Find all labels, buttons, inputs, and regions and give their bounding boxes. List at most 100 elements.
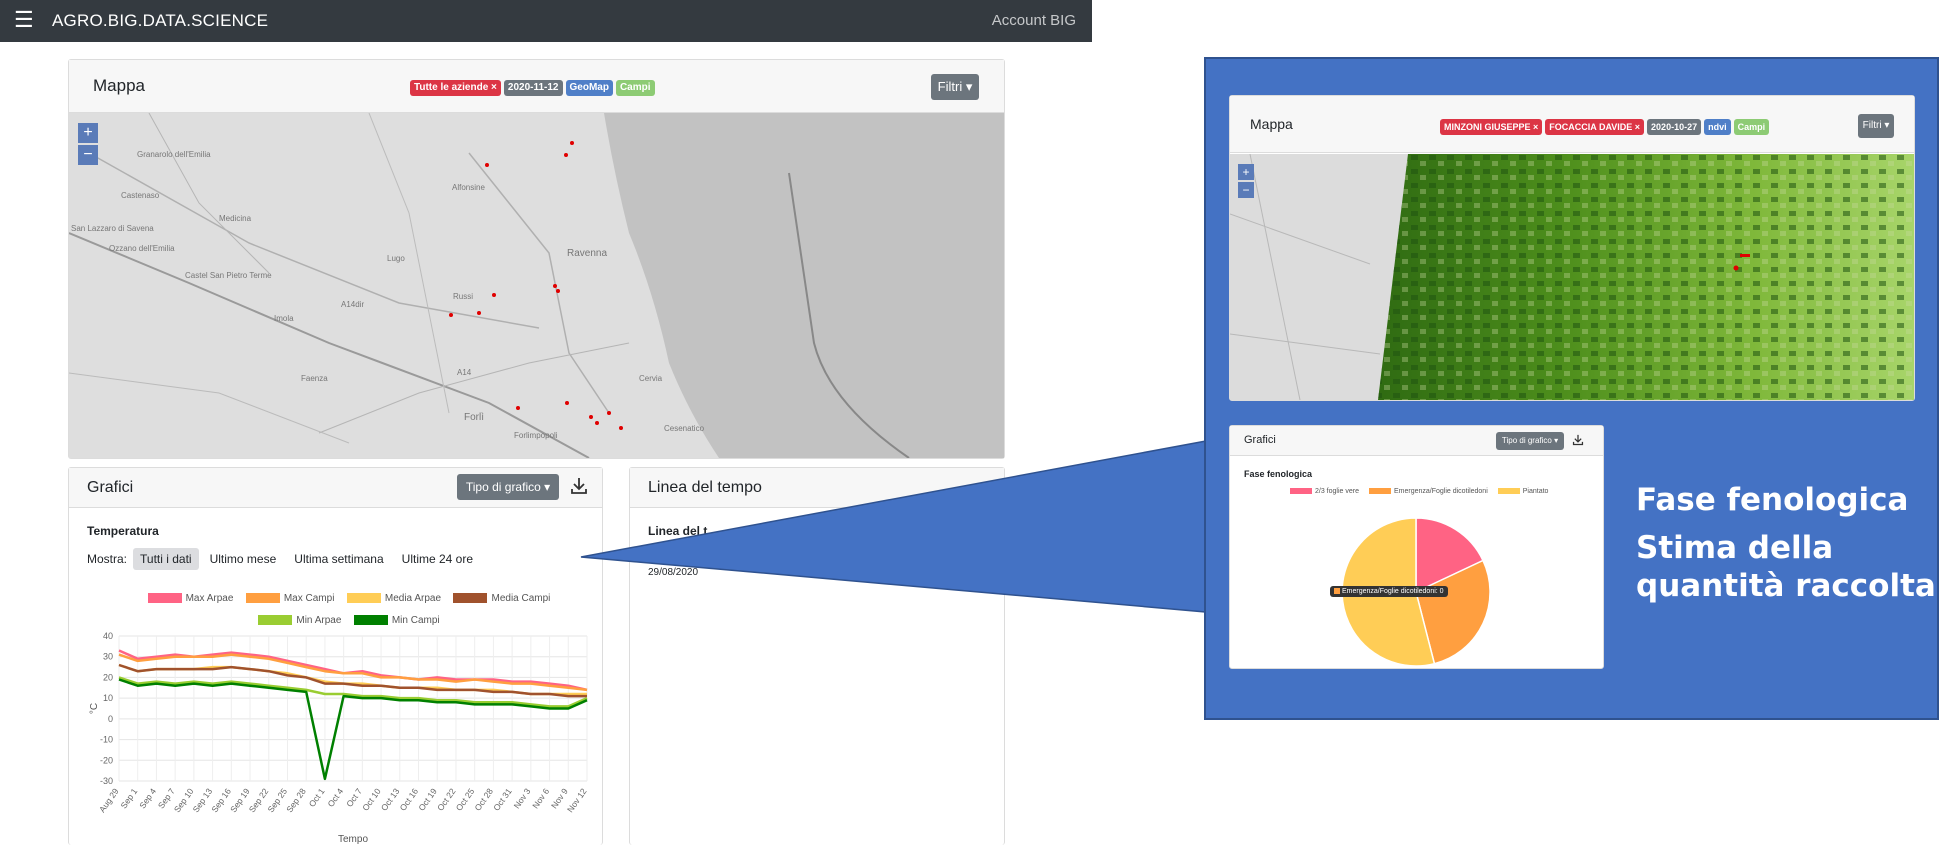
legend-item[interactable]: Media Arpae [346, 593, 441, 604]
x-tick-label: Oct 1 [307, 786, 327, 809]
map-canvas: Granarolo dell'Emilia Castenaso Medicina… [69, 113, 1004, 458]
inset-map-title: Mappa [1250, 116, 1293, 132]
place-label: Cervia [639, 374, 663, 383]
range-last-month-button[interactable]: Ultimo mese [203, 548, 284, 570]
legend-item[interactable]: Min Campi [353, 615, 440, 626]
place-label: Medicina [219, 214, 252, 223]
place-label: San Lazzaro di Savena [71, 224, 154, 233]
badge-date: 2020-11-12 [503, 80, 563, 96]
x-tick-label: Nov 6 [530, 786, 551, 810]
callout-line-2: Stima della [1636, 530, 1834, 566]
menu-icon[interactable]: ☰ [14, 8, 34, 32]
map-view[interactable]: Granarolo dell'Emilia Castenaso Medicina… [69, 113, 1004, 458]
show-label: Mostra: [87, 552, 128, 566]
legend-item[interactable]: 2/3 foglie vere [1290, 488, 1359, 495]
x-tick-label: Oct 19 [416, 786, 439, 812]
range-last-24h-button[interactable]: Ultime 24 ore [395, 548, 480, 570]
temperature-line-chart[interactable]: 403020100-10-20-30Aug 29Sep 1Sep 4Sep 7S… [69, 628, 602, 846]
y-tick-label: 0 [108, 714, 113, 724]
timeline-date: 29/08/2020 [648, 567, 699, 578]
charts-card-header: Grafici Tipo di grafico ▾ [69, 468, 602, 508]
inset-chart-type-dropdown[interactable]: Tipo di grafico ▾ [1496, 432, 1564, 450]
legend-item[interactable]: Max Arpae [147, 593, 233, 604]
map-card-header: Mappa Tutte le aziende × 2020-11-12 GeoMap… [69, 60, 1004, 113]
legend-item[interactable]: Min Arpae [258, 615, 341, 626]
inset-zoom-out-button[interactable]: − [1238, 182, 1254, 198]
inset-charts-card: Grafici Tipo di grafico ▾ Fase fenologic… [1229, 425, 1604, 669]
inset-chart-title: Fase fenologica [1244, 469, 1313, 479]
x-tick-label: Oct 31 [491, 786, 514, 812]
badge-all-companies[interactable]: Tutte le aziende × [410, 80, 501, 96]
place-label: Faenza [301, 374, 328, 383]
inset-filters-button[interactable]: Filtri ▾ [1858, 114, 1894, 138]
badge-minzoni[interactable]: MINZONI GIUSEPPE × [1440, 119, 1543, 135]
timeline-card: Linea del tempo Linea del t 29/08/2020 [629, 467, 1005, 845]
map-zoom-in-button[interactable]: + [78, 123, 98, 143]
place-label: Imola [274, 314, 294, 323]
badge-focaccia[interactable]: FOCACCIA DAVIDE × [1545, 119, 1645, 135]
download-icon[interactable] [569, 475, 589, 497]
inset-download-icon[interactable] [1571, 433, 1585, 452]
legend-item[interactable]: Piantato [1497, 488, 1548, 495]
y-tick-label: 30 [103, 652, 113, 662]
y-tick-label: -20 [100, 755, 113, 765]
x-tick-label: Sep 1 [118, 786, 139, 810]
map-card-title: Mappa [93, 76, 145, 95]
y-tick-label: 40 [103, 631, 113, 641]
pie-tooltip: Emergenza/Foglie dicotiledoni: 0 [1330, 586, 1448, 597]
inset-ndvi-map[interactable]: + − [1230, 154, 1914, 400]
place-label: Forlì [464, 412, 484, 423]
y-tick-label: 10 [103, 693, 113, 703]
x-axis-label: Tempo [338, 834, 368, 845]
account-link[interactable]: Account BIG [992, 12, 1076, 29]
badge-geomap: GeoMap [565, 80, 613, 96]
field-marker [1733, 265, 1739, 271]
place-label: Forlimpopoli [514, 431, 558, 440]
x-tick-label: Nov 12 [565, 786, 589, 814]
y-tick-label: -10 [100, 735, 113, 745]
range-all-button[interactable]: Tutti i dati [133, 548, 199, 570]
field-marker [1740, 254, 1750, 257]
timeline-subtitle: Linea del t [648, 524, 708, 538]
inset-charts-title: Grafici [1244, 434, 1276, 446]
inset-map-header: Mappa MINZONI GIUSEPPE × FOCACCIA DAVIDE … [1230, 96, 1914, 153]
x-tick-label: Aug 29 [97, 786, 121, 814]
x-tick-label: Oct 4 [325, 786, 345, 809]
x-tick-label: Sep 4 [137, 786, 158, 810]
inset-zoom-in-button[interactable]: + [1238, 164, 1254, 180]
place-label: A14dir [341, 300, 364, 309]
map-zoom-out-button[interactable]: − [78, 145, 98, 165]
place-label: Granarolo dell'Emilia [137, 150, 211, 159]
badge-fields: Campi [615, 80, 655, 96]
legend-item[interactable]: Max Campi [245, 593, 334, 604]
x-tick-label: Oct 25 [454, 786, 477, 812]
x-tick-label: Sep 28 [284, 786, 308, 814]
filters-button[interactable]: Filtri ▾ [931, 74, 979, 100]
inset-map-badges: MINZONI GIUSEPPE × FOCACCIA DAVIDE × 2020-… [1440, 117, 1772, 135]
badge-ndvi: ndvi [1704, 119, 1731, 135]
y-tick-label: 20 [103, 672, 113, 682]
callout-line-1: Fase fenologica [1636, 482, 1909, 518]
charts-card: Grafici Tipo di grafico ▾ Temperatura Mo… [68, 467, 603, 845]
app-brand[interactable]: AGRO.BIG.DATA.SCIENCE [52, 11, 268, 31]
inset-map-card: Mappa MINZONI GIUSEPPE × FOCACCIA DAVIDE … [1229, 95, 1915, 401]
x-tick-label: Nov 3 [512, 786, 533, 810]
phenology-pie-chart[interactable] [1230, 500, 1603, 668]
x-tick-label: Oct 10 [360, 786, 383, 812]
chart-type-dropdown[interactable]: Tipo di grafico ▾ [457, 474, 559, 500]
y-tick-label: -30 [100, 776, 113, 786]
chart-legend: Max Arpae Max Campi Media Arpae Media Ca… [133, 587, 573, 631]
place-label: Ravenna [567, 248, 607, 259]
legend-item[interactable]: Emergenza/Foglie dicotiledoni [1368, 488, 1488, 495]
y-axis-label: °C [89, 703, 100, 714]
x-tick-label: Oct 22 [435, 786, 458, 812]
place-label: Castel San Pietro Terme [185, 271, 272, 280]
range-last-week-button[interactable]: Ultima settimana [287, 548, 390, 570]
place-label: Cesenatico [664, 424, 705, 433]
badge-date: 2020-10-27 [1647, 119, 1702, 135]
place-label: Castenaso [121, 191, 160, 200]
timeline-card-title: Linea del tempo [648, 479, 762, 496]
legend-item[interactable]: Media Campi [453, 593, 550, 604]
range-selector: Mostra: Tutti i dati Ultimo mese Ultima set… [87, 548, 484, 570]
x-tick-label: Oct 13 [379, 786, 402, 812]
